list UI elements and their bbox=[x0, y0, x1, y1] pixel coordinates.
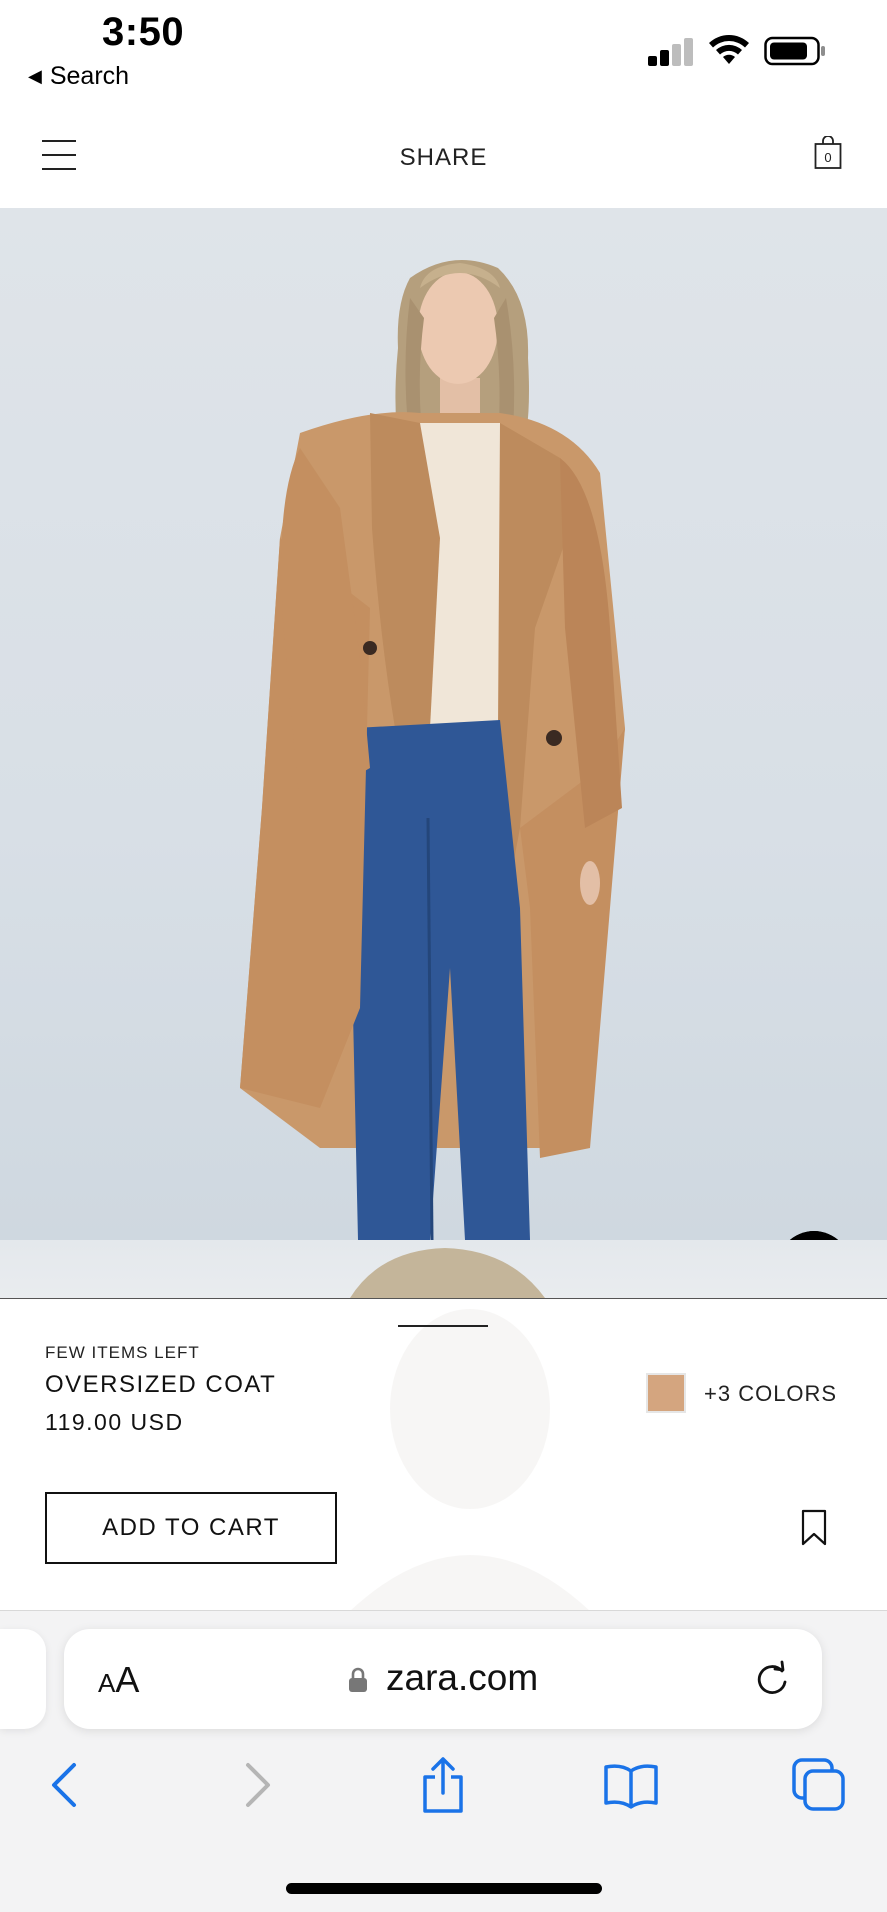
next-product-image[interactable] bbox=[0, 1240, 887, 1298]
stock-note: FEW ITEMS LEFT bbox=[45, 1343, 200, 1362]
book-icon[interactable] bbox=[603, 1757, 659, 1813]
product-price: 119.00 USD bbox=[45, 1409, 184, 1435]
model-photo bbox=[240, 260, 625, 1240]
text-size-large-label: A bbox=[115, 1659, 140, 1700]
chevron-left-icon[interactable] bbox=[38, 1757, 94, 1813]
text-size-button[interactable]: AA bbox=[98, 1659, 139, 1701]
more-colors-link[interactable]: +3 COLORS bbox=[704, 1381, 837, 1407]
next-photo-preview bbox=[350, 1248, 545, 1298]
lock-icon bbox=[349, 1667, 367, 1692]
add-to-cart-button[interactable]: ADD TO CART bbox=[45, 1492, 337, 1564]
sheet-background-photo bbox=[350, 1309, 590, 1611]
drag-handle[interactable] bbox=[398, 1325, 488, 1327]
home-indicator bbox=[286, 1883, 602, 1894]
chevron-right-icon[interactable] bbox=[228, 1757, 284, 1813]
previous-tab-peek[interactable] bbox=[0, 1629, 46, 1729]
bookmark-icon[interactable] bbox=[799, 1509, 829, 1547]
color-swatch[interactable] bbox=[646, 1373, 686, 1413]
text-size-small-label: A bbox=[98, 1668, 116, 1698]
share-icon[interactable] bbox=[415, 1757, 471, 1813]
battery-icon bbox=[764, 36, 825, 66]
reload-icon[interactable] bbox=[752, 1659, 792, 1699]
wifi-icon bbox=[709, 35, 749, 64]
product-name: OVERSIZED COAT bbox=[45, 1371, 277, 1398]
url-text[interactable]: zara.com bbox=[386, 1657, 538, 1699]
back-to-search-label: Search bbox=[49, 62, 130, 90]
status-bar: 3:50 ◀ Search bbox=[0, 0, 887, 100]
tabs-icon[interactable] bbox=[791, 1757, 847, 1813]
product-image[interactable] bbox=[0, 208, 887, 1240]
address-bar[interactable]: AA zara.com bbox=[64, 1629, 822, 1729]
safari-toolbar: AA zara.com bbox=[0, 1610, 887, 1912]
status-time: 3:50 bbox=[102, 10, 185, 54]
cellular-signal-icon bbox=[648, 36, 694, 66]
shopping-bag-icon[interactable]: 0 bbox=[814, 136, 842, 170]
back-triangle-icon: ◀ bbox=[28, 66, 42, 86]
product-info-sheet: FEW ITEMS LEFT OVERSIZED COAT 119.00 USD… bbox=[0, 1298, 887, 1611]
share-link[interactable]: SHARE bbox=[0, 144, 887, 172]
back-to-search-link[interactable]: ◀ Search bbox=[28, 62, 129, 91]
cart-count: 0 bbox=[824, 150, 831, 165]
site-header: SHARE 0 bbox=[0, 100, 887, 208]
